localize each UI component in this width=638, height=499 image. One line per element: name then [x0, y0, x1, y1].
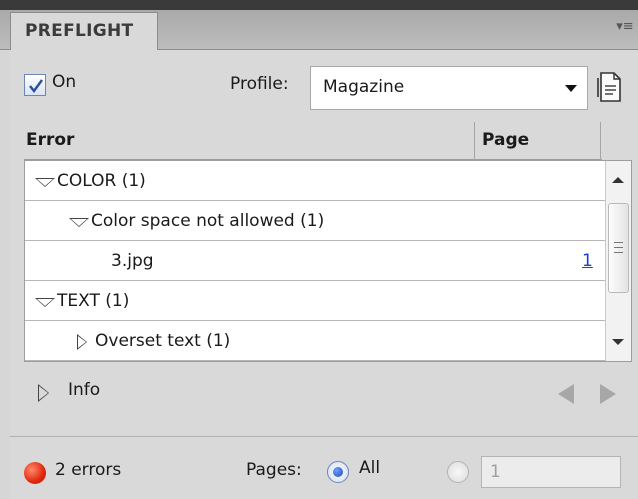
pages-all-radio[interactable]: [327, 461, 349, 483]
list-item-text[interactable]: TEXT (1): [25, 281, 605, 321]
page-range-input[interactable]: [481, 456, 621, 488]
collapse-triangle-icon[interactable]: [77, 334, 87, 350]
panel-menu-icon[interactable]: ▾≡: [616, 16, 634, 38]
chevron-down-icon: [565, 85, 577, 92]
column-divider: [600, 122, 601, 160]
window-top-strip: [0, 0, 638, 10]
footer-divider: [10, 436, 638, 437]
column-header-error[interactable]: Error: [26, 130, 74, 150]
list-item-label: 3.jpg: [111, 251, 154, 271]
info-expand-icon[interactable]: [38, 384, 49, 402]
scroll-up-icon[interactable]: [612, 177, 624, 183]
pages-range-radio[interactable]: [447, 461, 469, 483]
checkmark-icon: [29, 79, 43, 93]
column-divider[interactable]: [474, 122, 475, 160]
list-item-color[interactable]: COLOR (1): [25, 161, 605, 201]
list-item-file[interactable]: 3.jpg 1: [25, 241, 605, 281]
list-item-label: Overset text (1): [95, 331, 231, 351]
on-checkbox[interactable]: [24, 74, 46, 96]
list-item-label: Color space not allowed (1): [91, 211, 325, 231]
profile-dropdown[interactable]: Magazine: [310, 66, 588, 110]
panel-tab-bar: PREFLIGHT ▾≡: [0, 10, 638, 52]
previous-arrow-icon[interactable]: [558, 384, 574, 404]
error-list-header: Error Page: [24, 122, 602, 160]
red-circle-icon: [24, 462, 46, 484]
on-label: On: [52, 72, 77, 92]
profile-label: Profile:: [230, 74, 289, 94]
expand-triangle-icon[interactable]: [35, 178, 55, 187]
pages-all-label: All: [359, 458, 381, 478]
list-item-overset[interactable]: Overset text (1): [25, 321, 605, 361]
profile-value: Magazine: [323, 77, 405, 97]
scroll-thumb[interactable]: [608, 203, 629, 293]
expand-triangle-icon[interactable]: [69, 218, 89, 227]
list-item-label: COLOR (1): [57, 171, 146, 191]
tab-preflight[interactable]: PREFLIGHT: [10, 12, 158, 52]
pages-label: Pages:: [246, 460, 302, 480]
scroll-down-icon[interactable]: [612, 339, 624, 345]
info-label[interactable]: Info: [68, 380, 100, 400]
next-arrow-icon[interactable]: [600, 384, 616, 404]
error-count: 2 errors: [55, 460, 122, 480]
page-link[interactable]: 1: [582, 251, 593, 271]
list-scrollbar[interactable]: [605, 161, 631, 361]
list-item-label: TEXT (1): [57, 291, 130, 311]
column-header-page[interactable]: Page: [482, 130, 529, 150]
expand-triangle-icon[interactable]: [35, 298, 55, 307]
error-list: COLOR (1) Color space not allowed (1) 3.…: [24, 160, 632, 362]
preflight-profile-icon[interactable]: [596, 70, 624, 104]
list-item-color-space[interactable]: Color space not allowed (1): [25, 201, 605, 241]
